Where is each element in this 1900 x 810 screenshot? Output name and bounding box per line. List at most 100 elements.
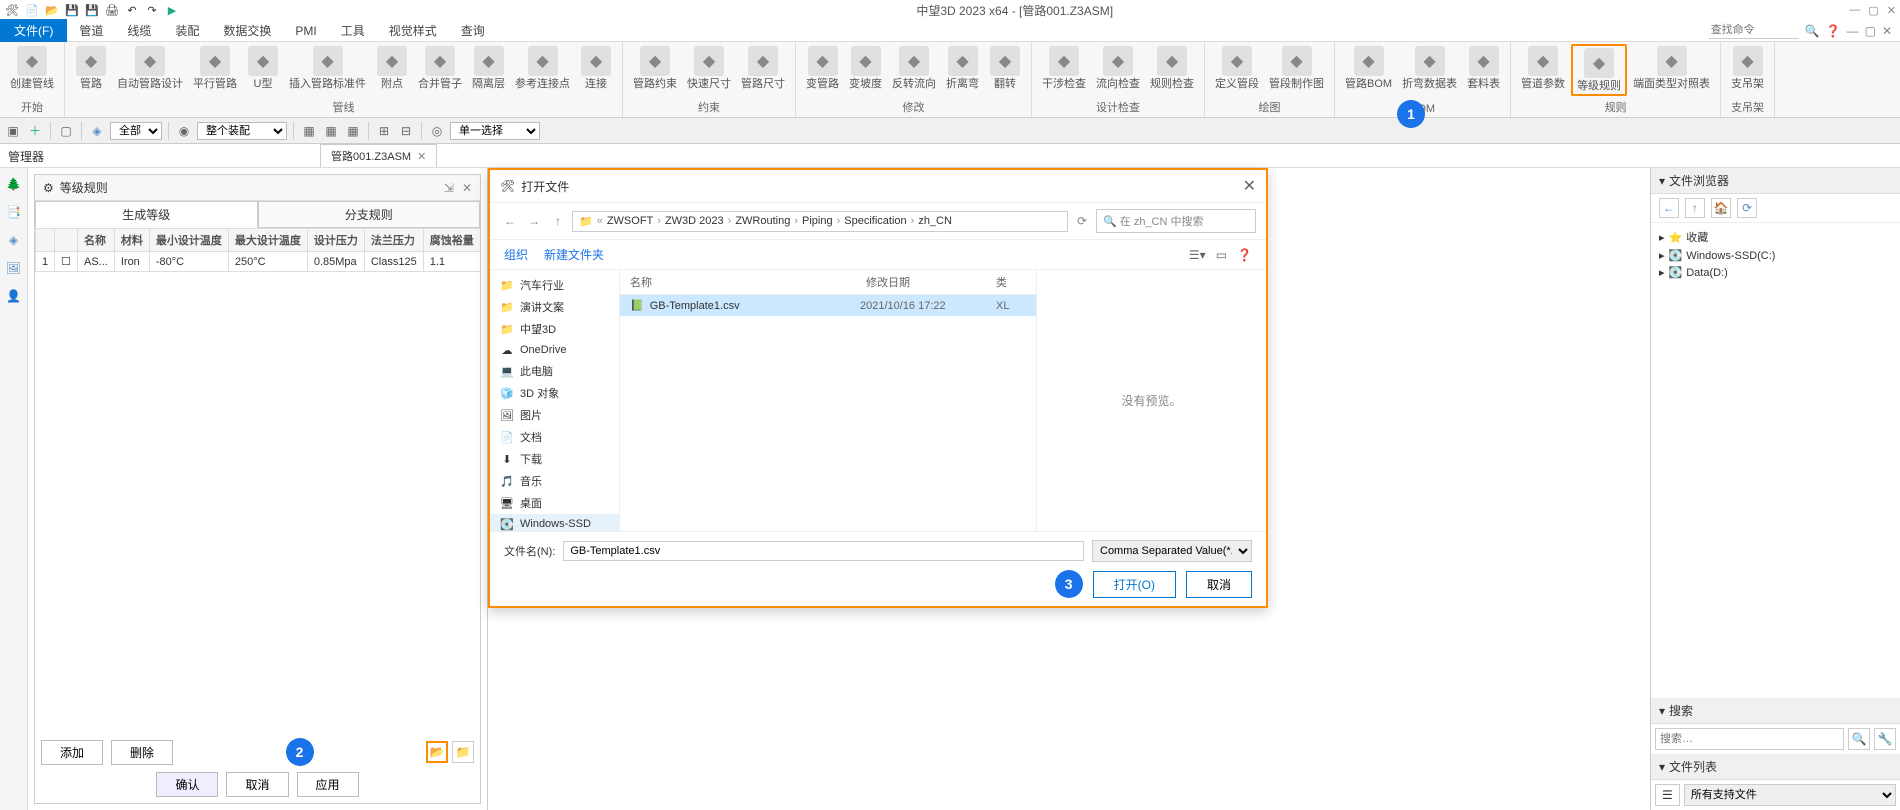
rail-cube-icon[interactable]: ◈ [4,230,24,250]
search-opt-icon[interactable]: 🔧 [1874,728,1896,750]
ribbon-btn-管道参数[interactable]: ◆管道参数 [1517,44,1569,92]
search-icon[interactable]: 🔍 [1805,24,1820,38]
save-all-icon[interactable]: 💾 [84,2,100,18]
plus-icon[interactable]: ＋ [26,122,44,140]
home-icon[interactable]: 🏠 [1711,198,1731,218]
col-header[interactable]: 名称 [78,229,115,252]
col-type[interactable]: 类 [996,274,1026,290]
play-icon[interactable]: ▶ [164,2,180,18]
menu-pipe[interactable]: 管道 [67,19,115,42]
nav-back-icon[interactable]: ← [500,214,520,228]
ribbon-btn-流向检查[interactable]: ◆流向检查 [1092,44,1144,92]
tree-item[interactable]: ☁OneDrive [490,340,619,360]
file-menu[interactable]: 文件(F) [0,19,67,42]
tab-close-icon[interactable]: ✕ [417,150,426,163]
file-filter-select[interactable]: 所有支持文件 [1684,784,1896,806]
tree-item[interactable]: 🧊3D 对象 [490,382,619,404]
t6-icon[interactable]: ◎ [428,122,446,140]
tree-item[interactable]: 💻此电脑 [490,360,619,382]
cancel-button[interactable]: 取消 [226,772,288,797]
col-header[interactable]: 腐蚀裕量 [423,229,480,252]
combo-assembly[interactable]: 整个装配 [197,122,287,140]
search-go-icon[interactable]: 🔍 [1848,728,1870,750]
ribbon-btn-干涉检查[interactable]: ◆干涉检查 [1038,44,1090,92]
ribbon-btn-定义管段[interactable]: ◆定义管段 [1211,44,1263,92]
menu-assembly[interactable]: 装配 [163,19,211,42]
ribbon-btn-附点[interactable]: ◆附点 [372,44,412,92]
browser-item[interactable]: ▸ 💽 Windows-SSD(C:) [1659,247,1892,264]
view-icon[interactable]: ☰ [1655,784,1680,806]
t3-icon[interactable]: ▦ [344,122,362,140]
close2-icon[interactable]: ✕ [1882,24,1892,38]
ribbon-btn-参考连接点[interactable]: ◆参考连接点 [511,44,574,92]
combo-select[interactable]: 单一选择 [450,122,540,140]
ribbon-btn-自动管路设计[interactable]: ◆自动管路设计 [113,44,187,92]
t1-icon[interactable]: ▦ [300,122,318,140]
organize-menu[interactable]: 组织 [504,246,528,263]
browser-item[interactable]: ▸ 💽 Data(D:) [1659,264,1892,281]
col-header[interactable] [55,229,78,252]
col-header[interactable]: 最大设计温度 [228,229,307,252]
col-header[interactable]: 法兰压力 [364,229,423,252]
ribbon-btn-管段制作图[interactable]: ◆管段制作图 [1265,44,1328,92]
ribbon-btn-反转流向[interactable]: ◆反转流向 [888,44,940,92]
search-input[interactable] [1655,728,1844,750]
ribbon-btn-变管路[interactable]: ◆变管路 [802,44,843,92]
tree-item[interactable]: 🖼图片 [490,404,619,426]
ribbon-btn-管路尺寸[interactable]: ◆管路尺寸 [737,44,789,92]
col-name[interactable]: 名称 [630,274,866,290]
apply-button[interactable]: 应用 [297,772,359,797]
t4-icon[interactable]: ⊞ [375,122,393,140]
tree-item[interactable]: 📁汽车行业 [490,274,619,296]
browser-item[interactable]: ▸ ⭐ 收藏 [1659,227,1892,247]
rules-close-icon[interactable]: ✕ [462,181,472,195]
tree-item[interactable]: 💽Windows-SSD [490,514,619,531]
col-header[interactable]: 最小设计温度 [149,229,228,252]
ribbon-btn-创建管线[interactable]: ◆创建管线 [6,44,58,92]
t5-icon[interactable]: ⊟ [397,122,415,140]
tree-item[interactable]: 📄文档 [490,426,619,448]
breadcrumb[interactable]: 📁 «ZWSOFT›ZW3D 2023›ZWRouting›Piping›Spe… [572,211,1068,232]
ribbon-btn-管路BOM[interactable]: ◆管路BOM [1341,44,1396,92]
rail-layers-icon[interactable]: 📑 [4,202,24,222]
ribbon-btn-合并管子[interactable]: ◆合并管子 [414,44,466,92]
dialog-search[interactable]: 🔍 在 zh_CN 中搜索 [1096,209,1256,233]
nav-forward-icon[interactable]: → [524,214,544,228]
ribbon-btn-变坡度[interactable]: ◆变坡度 [845,44,886,92]
tab-branch[interactable]: 分支规则 [258,201,481,228]
table-row[interactable]: 1☐AS...Iron-80°C250°C0.85MpaClass1251.1H… [36,252,481,272]
export-button[interactable]: 📁 [452,741,474,763]
redo-icon[interactable]: ↷ [144,2,160,18]
tab-generate[interactable]: 生成等级 [35,201,258,228]
add-button[interactable]: 添加 [41,740,103,765]
ribbon-btn-翻转[interactable]: ◆翻转 [985,44,1025,92]
assembly-icon[interactable]: ◉ [175,122,193,140]
nav-up-icon[interactable]: ↑ [548,214,568,228]
menu-tools[interactable]: 工具 [329,19,377,42]
ribbon-btn-平行管路[interactable]: ◆平行管路 [189,44,241,92]
crumb[interactable]: zh_CN [918,215,952,227]
undo-icon[interactable]: ↶ [124,2,140,18]
open-icon[interactable]: 📂 [44,2,60,18]
nav-back2-icon[interactable]: ← [1659,198,1679,218]
chevron-down-icon[interactable]: ▾ [1659,174,1665,188]
dialog-cancel-button[interactable]: 取消 [1186,571,1252,598]
import-button[interactable]: 📂 [426,741,448,763]
view-mode-icon[interactable]: ☰▾ [1189,248,1206,262]
refresh2-icon[interactable]: ⟳ [1737,198,1757,218]
chevron-down-icon[interactable]: ▾ [1659,704,1665,718]
col-header[interactable] [36,229,55,252]
ok-button[interactable]: 确认 [156,772,218,797]
menu-pmi[interactable]: PMI [283,21,328,41]
ribbon-btn-管路[interactable]: ◆管路 [71,44,111,92]
dialog-close-icon[interactable]: ✕ [1243,176,1256,196]
cursor-icon[interactable]: ▣ [4,122,22,140]
tree-item[interactable]: 📁演讲文案 [490,296,619,318]
combo-all[interactable]: 全部 [110,122,162,140]
ribbon-btn-快速尺寸[interactable]: ◆快速尺寸 [683,44,735,92]
restore-icon[interactable]: ▢ [1865,24,1876,38]
close-icon[interactable]: ✕ [1887,4,1896,17]
menu-visual[interactable]: 视觉样式 [377,19,449,42]
file-row[interactable]: 📗 GB-Template1.csv2021/10/16 17:22XL [620,295,1036,316]
box-icon[interactable]: ▢ [57,122,75,140]
